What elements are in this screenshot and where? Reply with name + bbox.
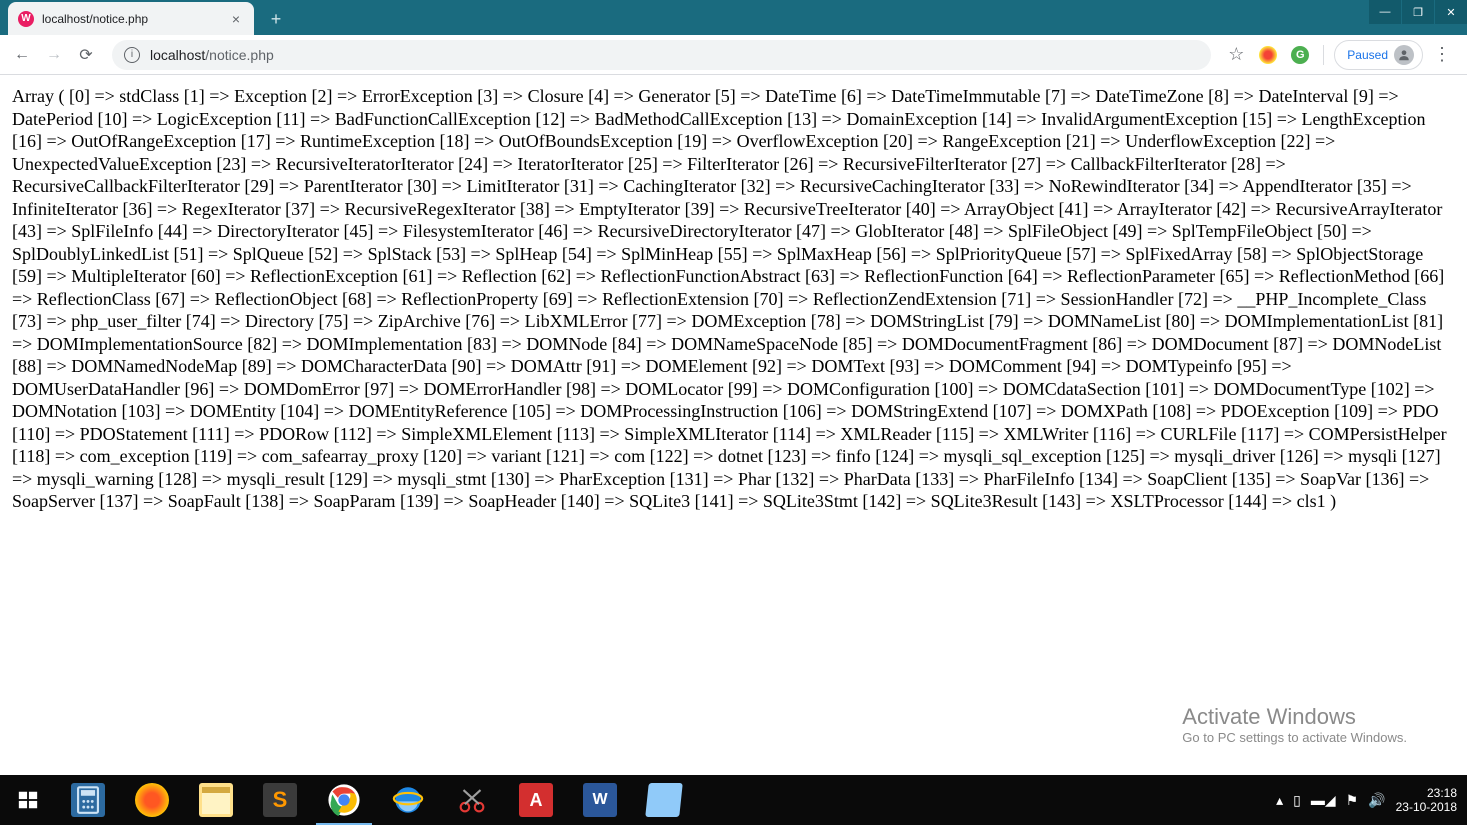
clock-time: 23:18 [1396,786,1457,800]
battery-icon[interactable]: ▯ [1293,792,1301,809]
tab-title: localhost/notice.php [42,12,228,26]
windows-taskbar: S A W ▴ ▯ ▬◢ ⚑ 🔊 23:18 23-10-2018 [0,775,1467,825]
reload-button[interactable]: ⟳ [72,41,100,69]
profile-paused-chip[interactable]: Paused [1334,40,1423,70]
extension-1-icon[interactable] [1255,42,1281,68]
browser-menu-button[interactable]: ⋮ [1429,42,1455,68]
address-bar[interactable]: i localhost/notice.php [112,40,1211,70]
clock-date: 23-10-2018 [1396,800,1457,814]
taskbar-app-explorer[interactable] [184,775,248,825]
browser-toolbar: ← → ⟳ i localhost/notice.php ☆ G Paused … [0,35,1467,75]
site-info-icon[interactable]: i [124,47,140,63]
taskbar-app-acrobat[interactable]: A [504,775,568,825]
avatar-icon [1394,45,1414,65]
flag-icon[interactable]: ⚑ [1346,792,1359,809]
taskbar-app-sublime[interactable]: S [248,775,312,825]
minimize-button[interactable]: — [1369,0,1401,24]
window-controls: — ❐ ✕ [1368,0,1467,24]
taskbar-app-ie[interactable] [376,775,440,825]
extension-2-icon[interactable]: G [1287,42,1313,68]
activate-windows-watermark: Activate Windows Go to PC settings to ac… [1182,704,1407,745]
url-text: localhost/notice.php [150,47,274,63]
separator [1323,45,1324,65]
forward-button[interactable]: → [40,41,68,69]
taskbar-clock[interactable]: 23:18 23-10-2018 [1396,786,1457,815]
system-tray: ▴ ▯ ▬◢ ⚑ 🔊 23:18 23-10-2018 [1276,786,1467,815]
browser-tab[interactable]: W localhost/notice.php × [8,2,254,35]
bookmark-star-icon[interactable]: ☆ [1223,42,1249,68]
new-tab-button[interactable]: + [262,5,290,33]
taskbar-app-chrome[interactable] [312,775,376,825]
browser-titlebar: W localhost/notice.php × + — ❐ ✕ [0,0,1467,35]
volume-icon[interactable]: 🔊 [1368,792,1385,809]
page-body: Array ( [0] => stdClass [1] => Exception… [0,75,1467,523]
watermark-title: Activate Windows [1182,704,1407,730]
maximize-button[interactable]: ❐ [1402,0,1434,24]
taskbar-app-browser2[interactable] [120,775,184,825]
paused-label: Paused [1347,48,1388,62]
tray-up-icon[interactable]: ▴ [1276,792,1283,809]
back-button[interactable]: ← [8,41,36,69]
close-window-button[interactable]: ✕ [1435,0,1467,24]
taskbar-app-word[interactable]: W [568,775,632,825]
close-tab-button[interactable]: × [228,11,244,27]
taskbar-app-notepad[interactable] [632,775,696,825]
taskbar-app-calculator[interactable] [56,775,120,825]
watermark-subtitle: Go to PC settings to activate Windows. [1182,730,1407,745]
taskbar-app-snip[interactable] [440,775,504,825]
start-button[interactable] [0,775,56,825]
favicon-icon: W [18,11,34,27]
wifi-icon[interactable]: ▬◢ [1311,792,1336,809]
